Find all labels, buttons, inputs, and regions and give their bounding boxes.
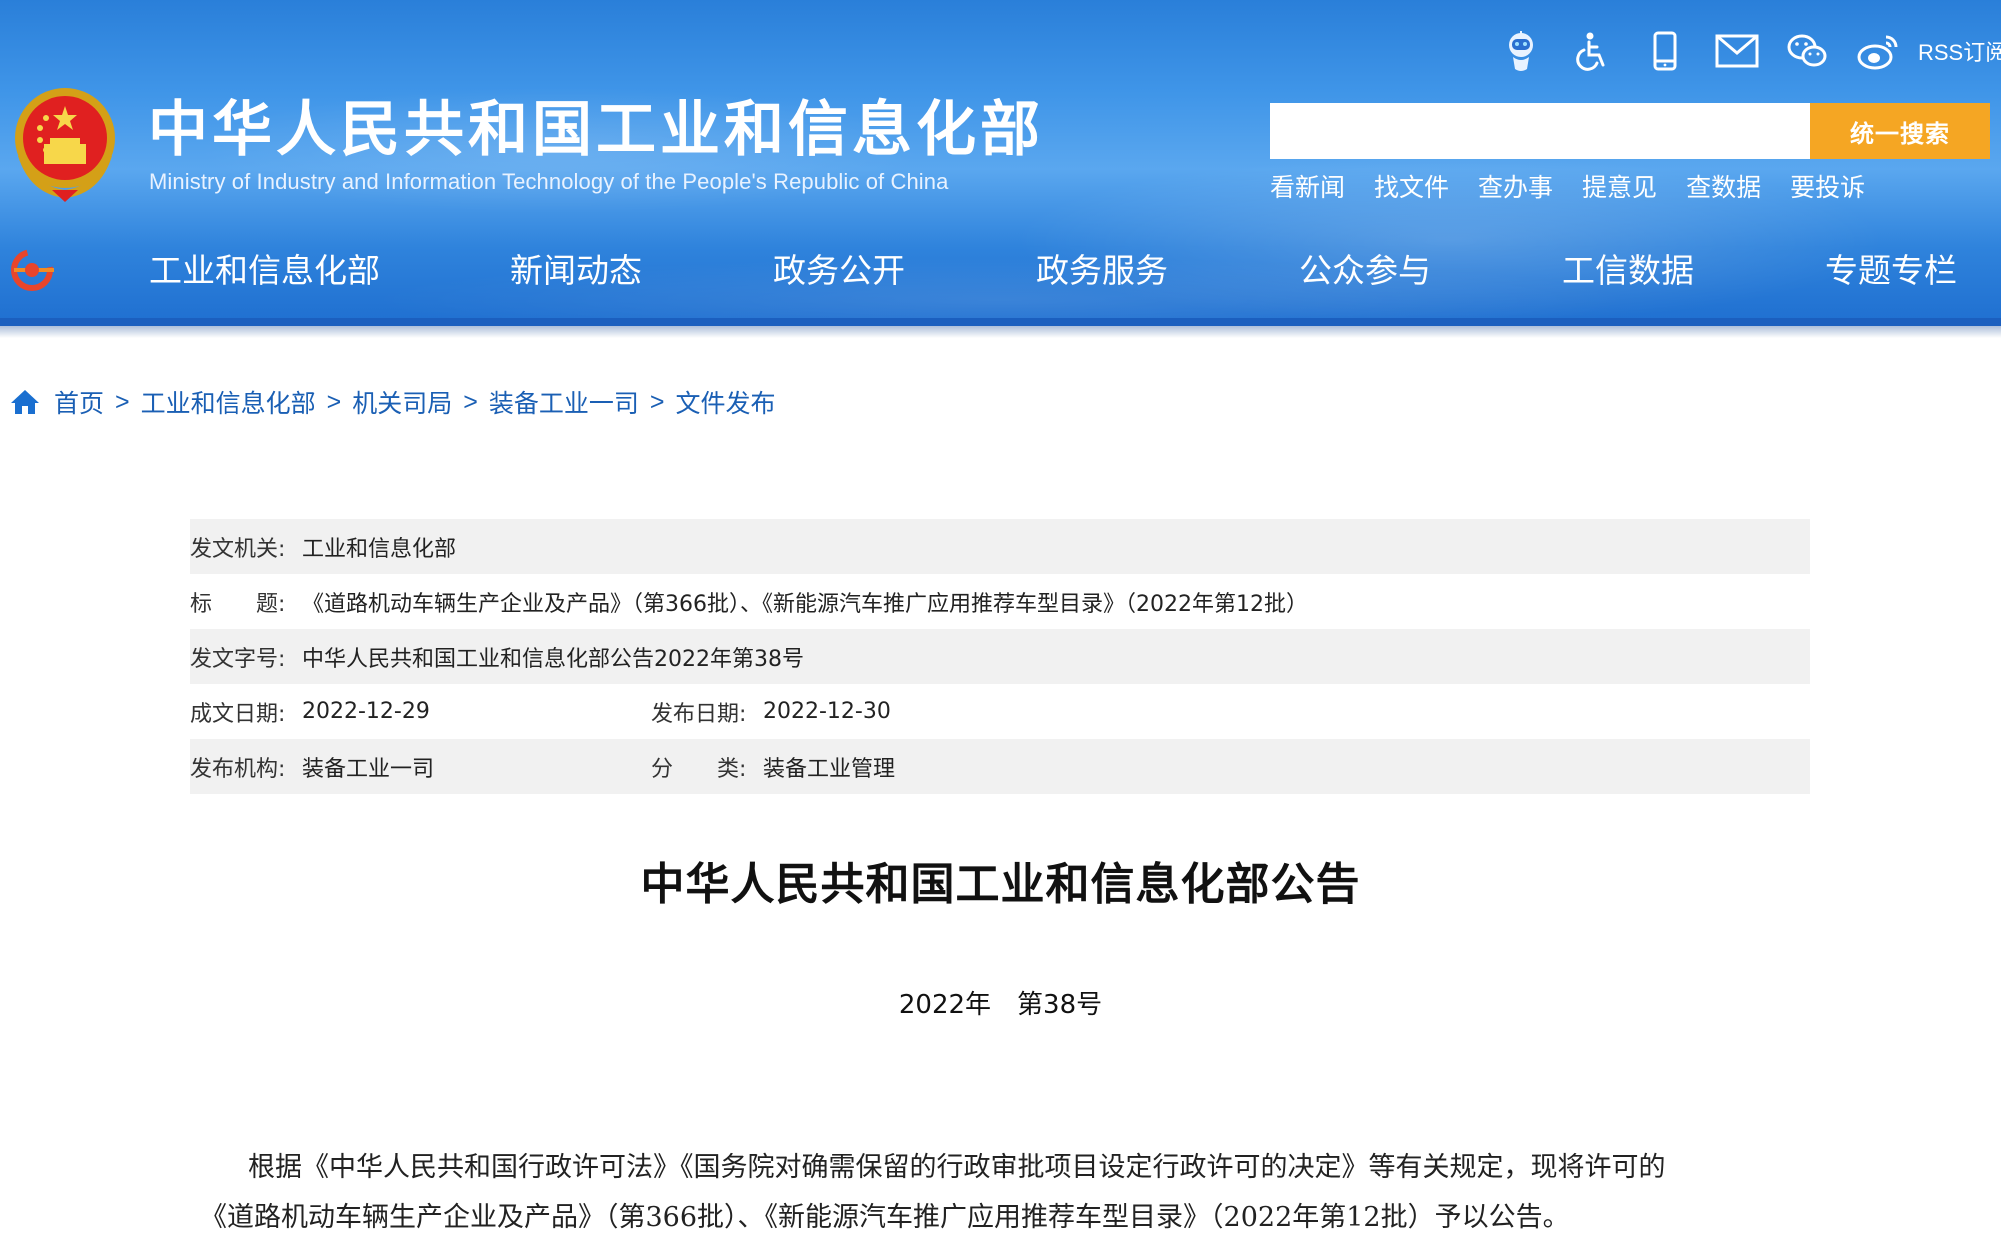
meta-label: 标 题: [190,591,286,617]
meta-row-org: 发布机构: 装备工业一司 分 类: 装备工业管理 [190,739,1810,794]
meta-value: 装备工业管理 [763,756,896,782]
accessibility-icon[interactable] [1570,28,1616,74]
meta-value: 《道路机动车辆生产企业及产品》（第366批）、《新能源汽车推广应用推荐车型目录》… [302,591,1308,617]
quick-links: 看新闻 找文件 查办事 提意见 查数据 要投诉 [1270,168,1894,204]
site-subtitle: Ministry of Industry and Information Tec… [149,169,949,194]
breadcrumb-departments[interactable]: 机关司局 [352,384,452,420]
breadcrumb-separator: > [115,387,130,416]
header-shadow [0,326,2001,338]
breadcrumb-separator: > [649,387,665,416]
breadcrumb-separator: > [463,387,478,416]
quick-link-feedback[interactable]: 提意见 [1582,168,1657,204]
meta-row-issuer: 发文机关: 工业和信息化部 [190,519,1810,574]
meta-row-dates: 成文日期: 2022-12-29 发布日期: 2022-12-30 [190,684,1810,739]
body-paragraph: 《道路机动车辆生产企业及产品》（第366批）、《新能源汽车推广应用推荐车型目录》… [200,1202,1570,1233]
site-header: 中华人民共和国工业和信息化部 Ministry of Industry and … [0,0,2001,326]
nav-item-special-topics[interactable]: 专题专栏 [1825,248,1957,294]
document-number: 2022年 第38号 [898,990,1103,1020]
document-meta-table: 发文机关: 工业和信息化部 标 题: 《道路机动车辆生产企业及产品》（第366批… [190,519,1810,794]
national-emblem-icon[interactable] [10,86,120,204]
main-nav: 工业和信息化部 新闻动态 政务公开 政务服务 公众参与 工信数据 专题专栏 [0,248,2001,294]
quick-link-files[interactable]: 找文件 [1374,168,1449,204]
meta-label: 发文机关: [190,536,286,562]
unified-search-button[interactable]: 统一搜索 [1810,103,1990,159]
meta-label: 发文字号: [190,646,286,672]
nav-item-gov-open[interactable]: 政务公开 [773,248,905,294]
site-title[interactable]: 中华人民共和国工业和信息化部 [148,92,1044,168]
meta-value: 工业和信息化部 [302,536,457,562]
meta-label: 分 类: [651,756,747,782]
meta-label: 成文日期: [190,701,286,727]
search-input[interactable] [1270,103,1810,159]
wechat-icon[interactable] [1784,28,1830,74]
breadcrumb: 首页 > 工业和信息化部 > 机关司局 > 装备工业一司 > 文件发布 [10,384,776,420]
nav-item-data[interactable]: 工信数据 [1562,248,1694,294]
meta-row-title: 标 题: 《道路机动车辆生产企业及产品》（第366批）、《新能源汽车推广应用推荐… [190,574,1810,629]
quick-link-services[interactable]: 查办事 [1478,168,1553,204]
document-body: 根据《中华人民共和国行政许可法》《国务院对确需保留的行政审批项目设定行政许可的决… [200,1143,1790,1243]
breadcrumb-doc-release[interactable]: 文件发布 [676,384,776,420]
nav-item-public-participation[interactable]: 公众参与 [1299,248,1431,294]
breadcrumb-separator: > [326,387,342,416]
meta-value: 2022-12-30 [763,699,891,724]
mail-icon[interactable] [1714,28,1760,74]
mobile-phone-icon[interactable] [1642,28,1688,74]
quick-link-complaint[interactable]: 要投诉 [1790,168,1865,204]
home-icon[interactable] [10,388,40,416]
nav-item-news[interactable]: 新闻动态 [510,248,642,294]
meta-label: 发布日期: [651,701,747,727]
header-divider [0,318,2001,326]
body-paragraph: 根据《中华人民共和国行政许可法》《国务院对确需保留的行政审批项目设定行政许可的决… [248,1152,1666,1183]
top-icon-bar: RSS订阅 [1498,26,2001,76]
robot-assistant-icon[interactable] [1498,28,1544,74]
meta-value: 2022-12-29 [302,699,430,724]
meta-row-docno: 发文字号: 中华人民共和国工业和信息化部公告2022年第38号 [190,629,1810,684]
document-title: 中华人民共和国工业和信息化部公告 [640,859,1361,910]
breadcrumb-equipment-dept[interactable]: 装备工业一司 [489,384,639,420]
breadcrumb-miit[interactable]: 工业和信息化部 [141,384,316,420]
meta-value: 装备工业一司 [302,756,435,782]
breadcrumb-home[interactable]: 首页 [54,384,104,420]
nav-item-miit[interactable]: 工业和信息化部 [149,248,380,294]
weibo-icon[interactable] [1856,28,1902,74]
quick-link-news[interactable]: 看新闻 [1270,168,1345,204]
meta-label: 发布机构: [190,756,286,782]
nav-item-gov-services[interactable]: 政务服务 [1036,248,1168,294]
rss-subscribe-link[interactable]: RSS订阅 [1918,35,2001,67]
meta-value: 中华人民共和国工业和信息化部公告2022年第38号 [302,646,804,672]
quick-link-data[interactable]: 查数据 [1686,168,1761,204]
